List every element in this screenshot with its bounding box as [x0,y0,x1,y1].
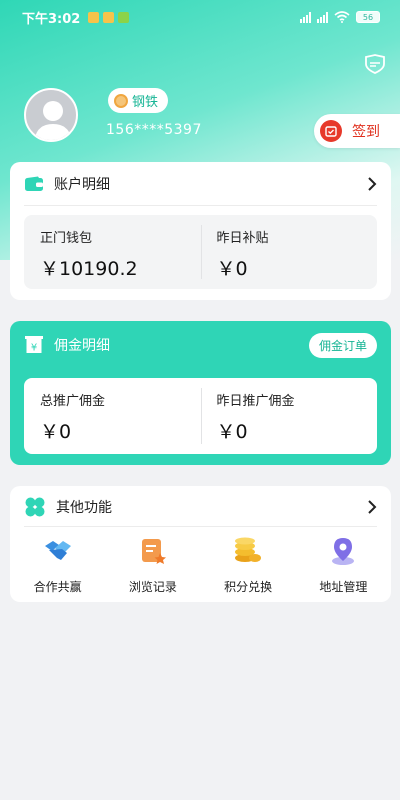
other-title: 其他功能 [56,500,112,516]
coins-icon [233,536,263,566]
divider [24,526,377,527]
avatar[interactable] [24,88,78,142]
account-card: 账户明细 正门钱包 ￥10190.2 昨日补贴 ￥0 [10,162,391,300]
signal-icon [317,11,328,23]
svg-text:¥: ¥ [31,343,37,354]
yesterday-commission-label: 昨日推广佣金 [216,394,295,409]
download-icon [118,11,130,23]
wallet-icon [25,176,43,191]
signal-icon [300,11,311,23]
calendar-check-icon [320,120,342,142]
battery-icon: 56 [356,11,380,23]
account-title: 账户明细 [54,177,110,193]
handshake-icon [43,536,73,566]
clover-icon [25,497,45,517]
status-indicators: 56 [300,11,380,23]
checkin-label: 签到 [352,124,380,140]
commission-header: ¥ 佣金明细 佣金订单 [10,321,391,369]
feature-points[interactable]: 积分兑换 [201,536,296,595]
medal-icon [114,93,128,108]
other-functions-card: 其他功能 合作共赢 浏览记录 积分兑换 地址管理 [10,486,391,602]
account-header[interactable]: 账户明细 [10,162,391,206]
total-commission-value: ￥0 [40,421,72,443]
yesterday-commission-value: ￥0 [216,421,248,443]
account-stats: 正门钱包 ￥10190.2 昨日补贴 ￥0 [24,215,377,289]
status-time: 下午3:02 [22,11,81,27]
notification-icons [88,11,130,23]
total-commission-label: 总推广佣金 [40,394,106,409]
chevron-right-icon [368,500,377,514]
commission-card: ¥ 佣金明细 佣金订单 总推广佣金 ￥0 昨日推广佣金 ￥0 [10,321,391,465]
chevron-right-icon [368,177,377,191]
feature-history[interactable]: 浏览记录 [105,536,200,595]
total-commission-stat[interactable]: 总推广佣金 ￥0 [24,378,201,454]
wifi-icon [334,11,350,23]
feature-label: 地址管理 [319,580,368,594]
feature-cooperation[interactable]: 合作共赢 [10,536,105,595]
divider [24,205,377,206]
checkin-button[interactable]: 签到 [314,114,400,148]
status-bar: 下午3:02 56 [0,0,400,34]
commission-stats: 总推广佣金 ￥0 昨日推广佣金 ￥0 [24,378,377,454]
feature-address[interactable]: 地址管理 [296,536,391,595]
wallet-label: 正门钱包 [40,231,93,246]
location-icon [328,536,358,566]
yesterday-commission-stat[interactable]: 昨日推广佣金 ￥0 [200,378,378,454]
subsidy-label: 昨日补贴 [216,231,269,246]
level-badge: 钢铁 [108,88,169,113]
level-label: 钢铁 [132,95,159,110]
subsidy-stat[interactable]: 昨日补贴 ￥0 [200,215,378,289]
feature-label: 积分兑换 [224,580,273,594]
wallet-value: ￥10190.2 [40,258,138,280]
yuan-note-icon: ¥ [25,336,43,354]
phone-number: 156****5397 [106,122,202,138]
wallet-stat[interactable]: 正门钱包 ￥10190.2 [24,215,201,289]
subsidy-value: ￥0 [216,258,248,280]
commission-orders-button[interactable]: 佣金订单 [308,332,377,358]
feature-grid: 合作共赢 浏览记录 积分兑换 地址管理 [10,536,391,595]
shield-icon[interactable] [364,54,386,74]
feature-label: 合作共赢 [33,580,82,594]
notification-icon [88,11,100,23]
notification-icon [103,11,115,23]
other-header[interactable]: 其他功能 [10,486,391,528]
feature-label: 浏览记录 [128,580,177,594]
commission-title: 佣金明细 [54,338,110,354]
history-icon [138,536,168,566]
